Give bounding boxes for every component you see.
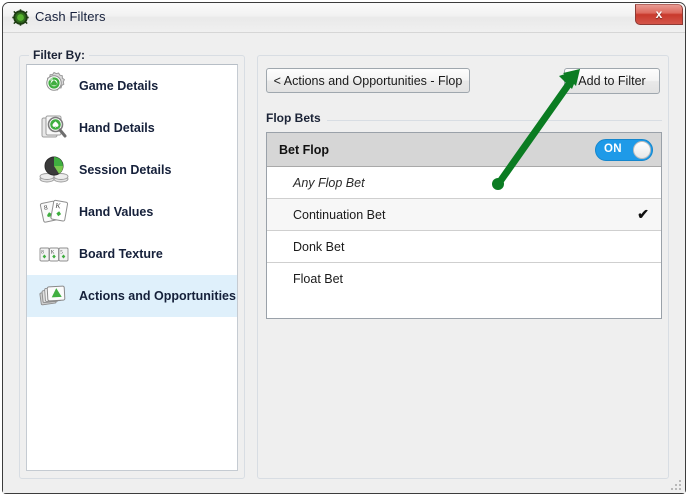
piechart-coins-icon [37,153,71,187]
filter-category-list[interactable]: Game Details Hand Details Session Detail… [26,64,238,471]
back-to-actions-button[interactable]: < Actions and Opportunities - Flop [266,68,470,93]
bet-row-label: Float Bet [293,272,344,286]
bet-flop-toggle[interactable]: ON [595,139,653,161]
list-item[interactable]: Float Bet [267,263,661,295]
filter-detail-groupbox: < Actions and Opportunities - Flop Add t… [257,55,669,479]
list-item[interactable]: Continuation Bet ✔ [267,199,661,231]
bet-flop-header-row[interactable]: Bet Flop ON [267,133,661,167]
sidebar-item-label: Game Details [79,79,159,93]
app-gear-icon [12,9,29,26]
sidebar-item-session-details[interactable]: Session Details [27,149,237,191]
sidebar-item-label: Hand Details [79,121,155,135]
card-stack-arrow-icon [37,279,71,313]
filter-by-groupbox: Filter By: Game Details Hand Details Ses… [19,48,245,479]
sidebar-item-board-texture[interactable]: 8 K 5 Board Texture [27,233,237,275]
sidebar-item-label: Hand Values [79,205,154,219]
resize-grip[interactable] [669,478,681,490]
dialog-window: Cash Filters x Filter By: Game Details H… [2,2,686,494]
flop-bets-list: Bet Flop ON Any Flop Bet Continuation Be… [266,132,662,319]
three-cards-icon: 8 K 5 [37,237,71,271]
toggle-state-label: ON [604,143,622,155]
sidebar-item-hand-details[interactable]: Hand Details [27,107,237,149]
bet-row-label: Any Flop Bet [293,175,365,190]
two-cards-icon: 8 K [37,195,71,229]
sidebar-item-label: Actions and Opportunities [79,289,236,303]
sidebar-item-game-details[interactable]: Game Details [27,65,237,107]
check-icon: ✔ [637,206,649,222]
bet-row-label: Donk Bet [293,239,345,254]
toggle-knob [633,141,651,159]
close-button[interactable]: x [635,4,683,25]
window-title: Cash Filters [35,9,106,24]
sidebar-item-hand-values[interactable]: 8 K Hand Values [27,191,237,233]
add-to-filter-button[interactable]: Add to Filter [564,68,660,94]
close-icon: x [655,7,663,21]
filter-by-label: Filter By: [29,48,90,62]
sidebar-item-label: Board Texture [79,247,163,261]
flop-bets-label: Flop Bets [266,111,327,125]
sidebar-item-actions-and-opportunities[interactable]: Actions and Opportunities [27,275,237,317]
gear-spade-icon [37,69,71,103]
sidebar-item-label: Session Details [79,163,172,177]
magnifier-spade-icon [37,111,71,145]
list-item[interactable]: Any Flop Bet [267,167,661,199]
client-area: Filter By: Game Details Hand Details Ses… [3,32,685,493]
list-item[interactable]: Donk Bet [267,231,661,263]
bet-flop-label: Bet Flop [279,142,329,157]
title-bar: Cash Filters x [3,3,685,32]
bet-row-label: Continuation Bet [293,207,386,222]
